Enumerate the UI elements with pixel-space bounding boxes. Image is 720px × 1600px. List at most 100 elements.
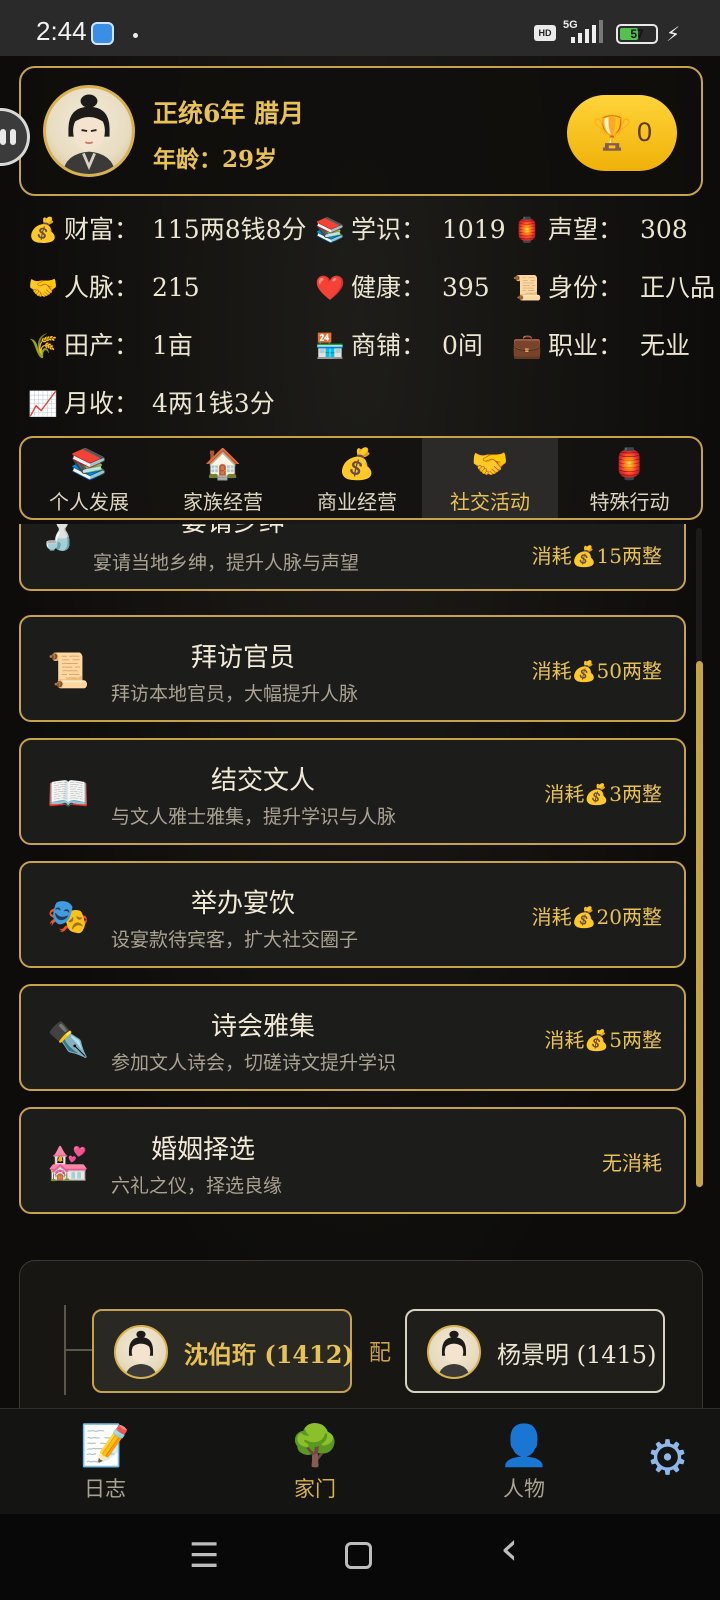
cost-label: 消耗 [531,905,572,929]
cost-label: 消耗 [544,1028,585,1052]
store-icon: 🏪 [315,332,345,360]
tab-label: 家族经营 [183,490,263,514]
home-square-icon[interactable] [345,1542,372,1569]
activity-card-visit-official[interactable]: 📜 拜访官员 拜访本地官员，大幅提升人脉 消耗💰50两整 [19,615,686,722]
activity-cost: 消耗💰15两整 [532,540,662,569]
member-avatar [427,1325,481,1379]
stat-value: 1019 [442,215,506,244]
recent-apps-menu-icon[interactable]: ☰ [189,1536,219,1576]
achievements-button[interactable]: 🏆 0 [567,95,677,171]
activity-list[interactable]: 🍶 宴请乡绅 宴请当地乡绅，提升人脉与声望 消耗💰15两整 📜 拜访官员 拜访本… [0,524,720,1294]
scrollbar-thumb[interactable] [696,661,703,1187]
tab-label: 特殊行动 [589,490,670,514]
nav-label: 日志 [84,1477,126,1501]
house-icon: 🏠 [204,447,242,482]
trophy-icon: 🏆 [591,113,634,153]
scroll-icon: 📜 [512,274,542,302]
status-time: 2:44 [36,16,87,46]
activity-description: 设宴款待宾客，扩大社交圈子 [111,929,359,951]
hd-voice-icon: HD [534,25,556,41]
profile-panel: 正统6年 腊月 年龄：29岁 🏆 0 [19,66,703,196]
activity-card-befriend-scholars[interactable]: 📖 结交文人 与文人雅士雅集，提升学识与人脉 消耗💰3两整 [19,738,686,845]
family-tree-panel: 沈伯珩 (1412) 配 杨景明 (1415) [19,1260,703,1408]
theater-masks-icon: 🎭 [47,897,90,937]
activity-card-feast-gentry[interactable]: 🍶 宴请乡绅 宴请当地乡绅，提升人脉与声望 消耗💰15两整 [19,524,686,591]
stat-label: 职业： [548,331,624,360]
portrait-icon [125,1330,157,1377]
app-notification-icon [91,22,114,45]
money-bag-icon: 💰 [571,905,597,929]
charging-icon: ⚡ [666,22,681,46]
activity-card-poetry-gathering[interactable]: ✒️ 诗会雅集 参加文人诗会，切磋诗文提升学识 消耗💰5两整 [19,984,686,1091]
activity-cost: 消耗💰5两整 [544,1024,662,1053]
books-icon: 📚 [70,447,108,482]
nav-characters[interactable]: 👤 人物 [464,1409,584,1515]
nav-log[interactable]: 📝 日志 [45,1409,165,1515]
player-avatar[interactable] [43,85,135,177]
player-age: 年龄：29岁 [153,146,278,173]
cost-amount: 无消耗 [602,1151,662,1175]
stat-connections: 🤝 人脉： 215 [28,268,200,308]
member-avatar [114,1325,168,1379]
spouse-connector-label: 配 [369,1341,392,1366]
cost-label: 消耗 [544,782,585,806]
wine-jar-icon: 🍶 [40,524,76,552]
money-bag-icon: 💰 [584,782,610,806]
tab-label: 个人发展 [49,490,129,514]
activity-title: 举办宴饮 [191,889,296,919]
nav-label: 家门 [294,1477,336,1501]
back-chevron-icon[interactable]: ‹ [500,1525,518,1571]
heart-icon: ❤️ [315,274,345,302]
activity-description: 宴请当地乡绅，提升人脉与声望 [93,552,360,574]
tab-personal-development[interactable]: 📚 个人发展 [21,438,157,518]
battery-icon: 57 [616,24,658,44]
signal-icon: 5G [563,19,603,43]
family-member-self[interactable]: 沈伯珩 (1412) [92,1309,354,1393]
stat-farmland: 🌾 田产： 1亩 [28,326,193,366]
handshake-icon: 🤝 [471,447,509,482]
tab-label: 商业经营 [317,490,397,514]
cost-amount: 15两整 [596,544,662,568]
briefcase-icon: 💼 [512,332,542,360]
nav-family[interactable]: 🌳 家门 [255,1409,375,1515]
stat-label: 声望： [548,215,624,244]
system-navigation-bar: ☰ ‹ [0,1514,720,1600]
cost-amount: 50两整 [596,659,662,683]
activity-card-host-banquet[interactable]: 🎭 举办宴饮 设宴款待宾客，扩大社交圈子 消耗💰20两整 [19,861,686,968]
wedding-chapel-icon: 💒 [47,1143,90,1183]
rice-icon: 🌾 [28,332,58,360]
activity-title: 婚姻择选 [151,1135,256,1165]
portrait-icon [62,94,116,174]
activity-title: 拜访官员 [191,643,296,673]
chart-up-icon: 📈 [28,390,58,418]
tab-social-activities[interactable]: 🤝 社交活动 [422,438,558,518]
stat-label: 田产： [64,331,140,360]
family-member-spouse[interactable]: 杨景明 (1415) [405,1309,665,1393]
stat-shops: 🏪 商铺： 0间 [315,326,483,366]
battery-level: 57 [630,27,644,41]
books-icon: 📚 [315,216,345,244]
tree-line [64,1349,92,1351]
activity-title: 结交文人 [211,766,316,796]
stat-label: 身份： [548,273,624,302]
activity-card-marriage[interactable]: 💒 婚姻择选 六礼之仪，择选良缘 无消耗 [19,1107,686,1214]
money-bag-icon: 💰 [571,544,597,568]
tab-family-management[interactable]: 🏠 家族经营 [155,438,291,518]
bottom-navigation: 📝 日志 🌳 家门 👤 人物 ⚙ [0,1408,720,1514]
stat-learning: 📚 学识： 1019 [315,210,506,250]
tab-label: 社交活动 [450,490,530,514]
stat-value: 1亩 [152,331,193,360]
stat-value: 115两8钱8分 [152,215,307,244]
tab-business[interactable]: 💰 商业经营 [289,438,425,518]
tree-icon: 🌳 [290,1423,340,1469]
portrait-icon [438,1330,470,1377]
tab-special-actions[interactable]: 🏮 特殊行动 [556,438,701,518]
game-screen: 正统6年 腊月 年龄：29岁 🏆 0 💰 财富： 115两8钱8分 📚 学识： 1019… [0,56,720,1408]
activity-description: 拜访本地官员，大幅提升人脉 [111,683,359,705]
cost-amount: 3两整 [609,782,662,806]
stat-occupation: 💼 职业： 无业 [512,326,690,366]
settings-gear-icon[interactable]: ⚙ [646,1433,689,1483]
status-bar: 2:44 HD 5G 57 ⚡ [0,0,720,56]
stat-label: 人脉： [64,273,140,302]
stat-label: 财富： [64,215,140,244]
